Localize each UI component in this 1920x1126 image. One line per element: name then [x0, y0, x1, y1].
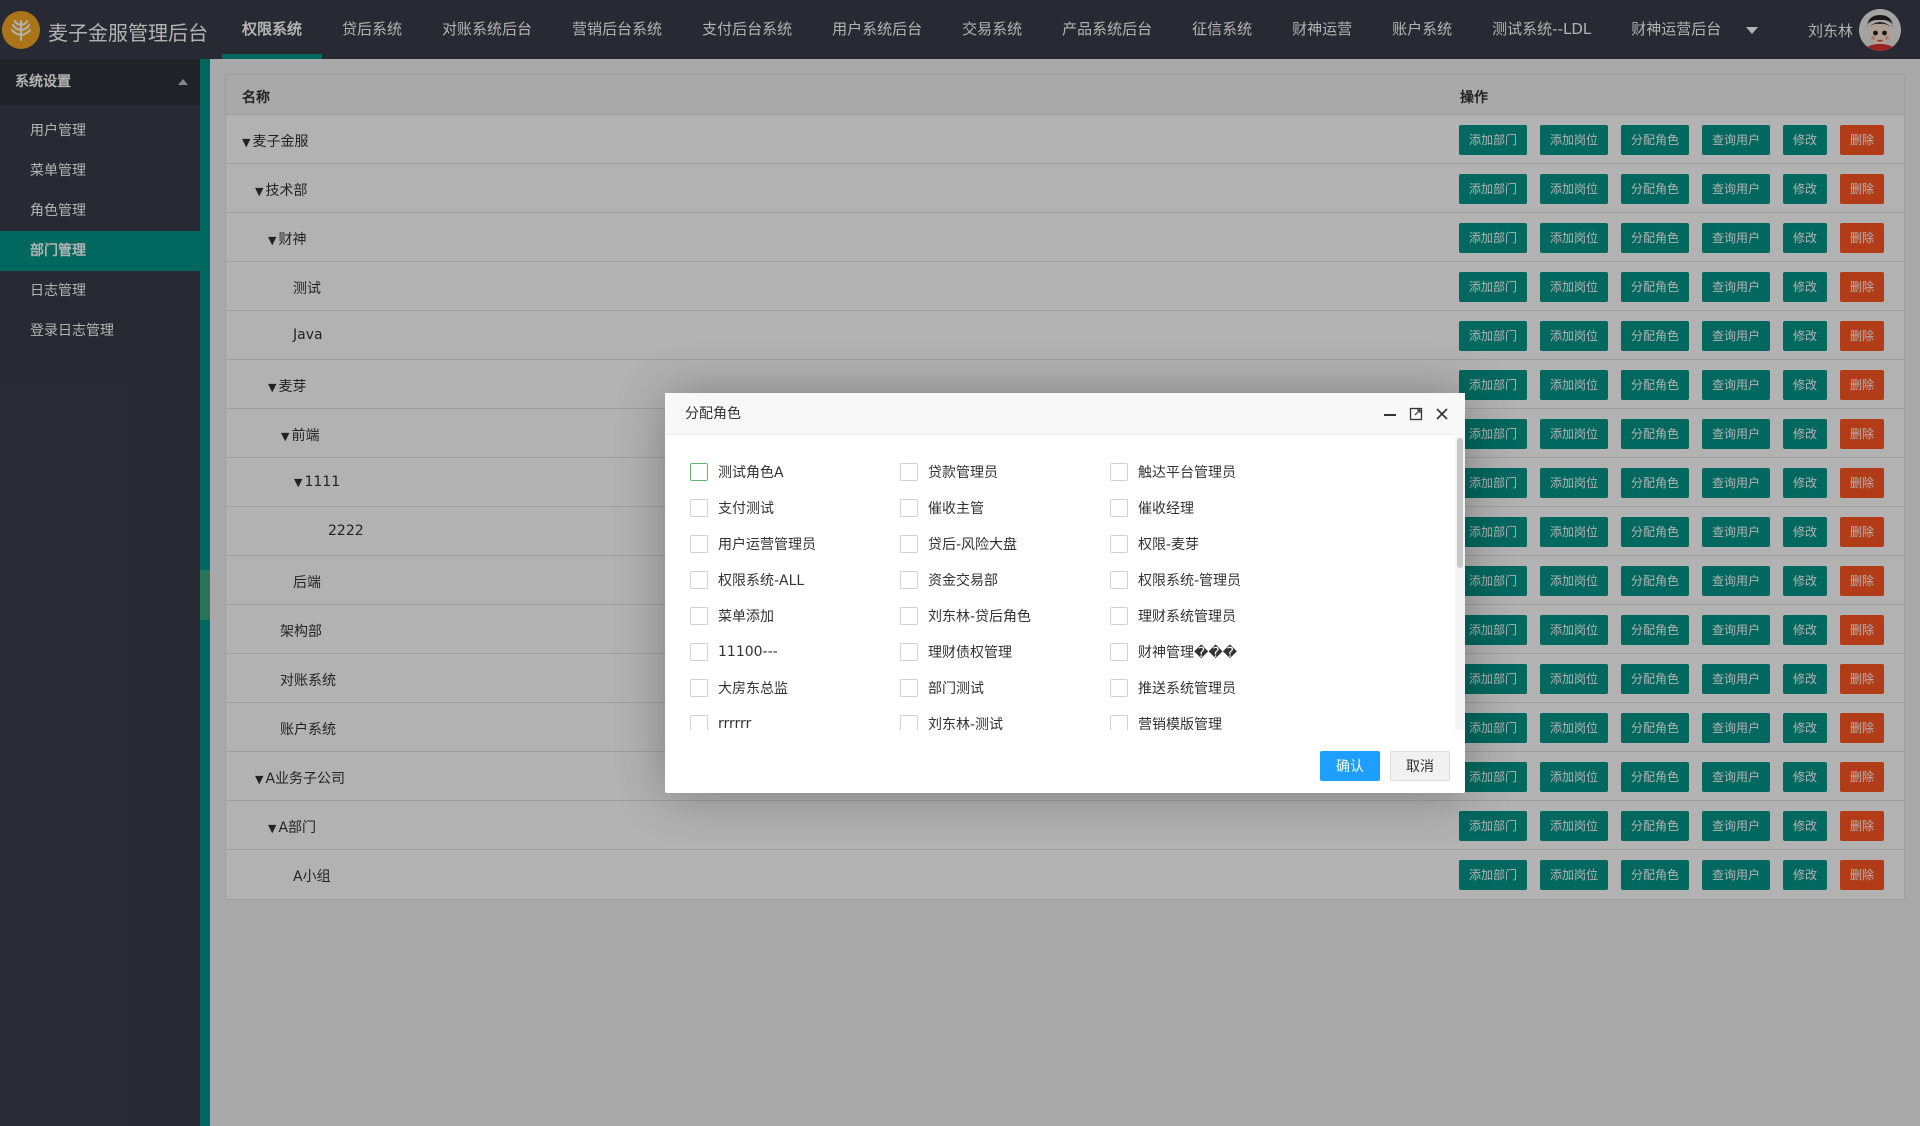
role-checkbox-item[interactable]: 推送系统管理员 — [1110, 679, 1320, 697]
role-checkbox-item[interactable]: 触达平台管理员 — [1110, 463, 1320, 481]
role-checkbox-item[interactable]: 大房东总监 — [690, 679, 900, 697]
checkbox[interactable] — [690, 643, 708, 661]
checkbox[interactable] — [1110, 715, 1128, 730]
dialog-title: 分配角色 — [685, 406, 741, 422]
role-label: 菜单添加 — [718, 609, 774, 625]
checkbox[interactable] — [900, 571, 918, 589]
role-checkbox-item[interactable]: 权限系统-管理员 — [1110, 571, 1320, 589]
assign-role-dialog: 分配角色 测试角色A 贷款管理员 触达平台管理员支付测试 催收主管 催收经理用户运营管理… — [665, 393, 1465, 793]
dialog-footer: 确认 取消 — [1310, 751, 1450, 781]
checkbox[interactable] — [1110, 607, 1128, 625]
checkbox[interactable] — [690, 571, 708, 589]
role-checkbox-item[interactable]: 贷款管理员 — [900, 463, 1110, 481]
role-label: 催收经理 — [1138, 501, 1194, 517]
role-label: rrrrrr — [718, 716, 752, 730]
role-checkbox-item[interactable]: 资金交易部 — [900, 571, 1110, 589]
checkbox[interactable] — [690, 499, 708, 517]
checkbox[interactable] — [900, 643, 918, 661]
checkbox[interactable] — [900, 535, 918, 553]
checkbox[interactable] — [690, 535, 708, 553]
checkbox[interactable] — [900, 499, 918, 517]
checkbox[interactable] — [1110, 571, 1128, 589]
role-label: 催收主管 — [928, 501, 984, 517]
role-checkbox-item[interactable]: 用户运营管理员 — [690, 535, 900, 553]
role-label: 贷后-风险大盘 — [928, 537, 1018, 553]
checkbox[interactable] — [690, 463, 708, 481]
dialog-scrollbar-thumb[interactable] — [1457, 438, 1463, 568]
role-checkbox-item[interactable]: 刘东林-测试 — [900, 715, 1110, 730]
confirm-button[interactable]: 确认 — [1320, 751, 1380, 781]
role-label: 刘东林-测试 — [928, 717, 1004, 730]
cancel-button[interactable]: 取消 — [1390, 751, 1450, 781]
role-checkbox-item[interactable]: 测试角色A — [690, 463, 900, 481]
checkbox[interactable] — [900, 715, 918, 730]
role-label: 刘东林-贷后角色 — [928, 609, 1032, 625]
checkbox[interactable] — [900, 463, 918, 481]
role-checkbox-item[interactable]: 贷后-风险大盘 — [900, 535, 1110, 553]
role-label: 贷款管理员 — [928, 465, 998, 481]
role-checkbox-item[interactable]: 11100--- — [690, 643, 900, 661]
role-checkbox-item[interactable]: 刘东林-贷后角色 — [900, 607, 1110, 625]
role-label: 资金交易部 — [928, 573, 998, 589]
role-checkbox-item[interactable]: 催收经理 — [1110, 499, 1320, 517]
role-checkbox-item[interactable]: 营销模版管理 — [1110, 715, 1320, 730]
role-checkbox-item[interactable]: 理财债权管理 — [900, 643, 1110, 661]
checkbox[interactable] — [900, 607, 918, 625]
role-label: 权限系统-管理员 — [1138, 573, 1242, 589]
role-label: 大房东总监 — [718, 681, 788, 697]
role-label: 权限-麦芽 — [1138, 537, 1200, 553]
role-checkbox-list: 测试角色A 贷款管理员 触达平台管理员支付测试 催收主管 催收经理用户运营管理员 贷后-风… — [690, 463, 1320, 730]
role-checkbox-item[interactable]: 支付测试 — [690, 499, 900, 517]
checkbox[interactable] — [1110, 679, 1128, 697]
checkbox[interactable] — [690, 715, 708, 730]
role-checkbox-item[interactable]: 财神管理��� — [1110, 643, 1320, 661]
role-checkbox-item[interactable]: 菜单添加 — [690, 607, 900, 625]
role-label: 支付测试 — [718, 501, 774, 517]
dialog-titlebar: 分配角色 — [665, 393, 1465, 435]
role-label: 权限系统-ALL — [718, 573, 805, 589]
role-checkbox-item[interactable]: rrrrrr — [690, 715, 900, 730]
checkbox[interactable] — [690, 607, 708, 625]
role-checkbox-item[interactable]: 权限系统-ALL — [690, 571, 900, 589]
role-checkbox-item[interactable]: 部门测试 — [900, 679, 1110, 697]
checkbox[interactable] — [1110, 463, 1128, 481]
role-label: 财神管理��� — [1138, 645, 1238, 661]
role-label: 触达平台管理员 — [1138, 465, 1236, 481]
dialog-body: 测试角色A 贷款管理员 触达平台管理员支付测试 催收主管 催收经理用户运营管理员 贷后-风… — [665, 436, 1455, 730]
role-label: 11100--- — [718, 644, 778, 660]
checkbox[interactable] — [1110, 535, 1128, 553]
role-checkbox-item[interactable]: 催收主管 — [900, 499, 1110, 517]
checkbox[interactable] — [900, 679, 918, 697]
role-label: 理财债权管理 — [928, 645, 1012, 661]
role-label: 测试角色A — [718, 465, 784, 481]
checkbox[interactable] — [1110, 499, 1128, 517]
role-label: 营销模版管理 — [1138, 717, 1222, 730]
role-label: 部门测试 — [928, 681, 984, 697]
checkbox[interactable] — [690, 679, 708, 697]
close-icon[interactable] — [1429, 401, 1455, 427]
checkbox[interactable] — [1110, 643, 1128, 661]
role-label: 用户运营管理员 — [718, 537, 816, 553]
maximize-icon[interactable] — [1403, 401, 1429, 427]
role-label: 推送系统管理员 — [1138, 681, 1236, 697]
role-checkbox-item[interactable]: 权限-麦芽 — [1110, 535, 1320, 553]
role-label: 理财系统管理员 — [1138, 609, 1236, 625]
role-checkbox-item[interactable]: 理财系统管理员 — [1110, 607, 1320, 625]
minimize-icon[interactable] — [1377, 401, 1403, 427]
